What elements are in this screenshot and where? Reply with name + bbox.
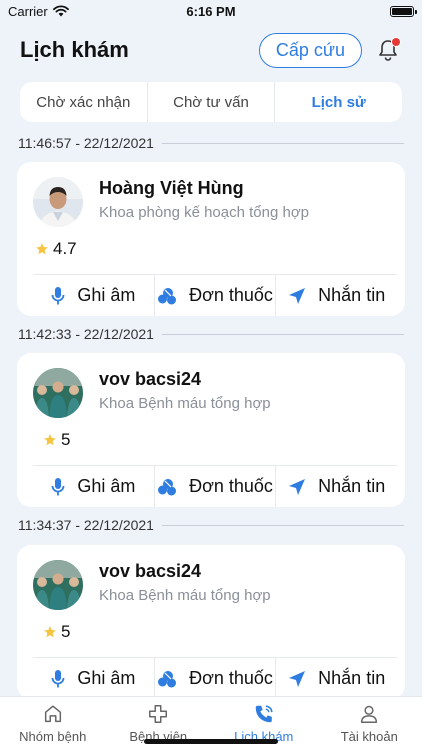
doctor-department: Khoa phòng kế hoạch tổng hợp — [99, 204, 310, 221]
appointment-card[interactable]: vov bacsi24 Khoa Bệnh máu tổng hợp 5 Ghi… — [17, 545, 405, 699]
message-button[interactable]: Nhắn tin — [276, 466, 397, 507]
tab-waiting-consultation[interactable]: Chờ tư vấn — [148, 82, 276, 122]
rating-value: 5 — [61, 430, 71, 449]
notification-button[interactable] — [374, 36, 402, 64]
home-indicator — [144, 739, 278, 744]
star-icon — [44, 434, 56, 446]
tab-pending-confirmation[interactable]: Chờ xác nhận — [20, 82, 148, 122]
doctor-rating: 4.7 — [35, 239, 77, 259]
emergency-button[interactable]: Cấp cứu — [258, 32, 362, 68]
microphone-icon — [51, 669, 65, 687]
doctor-rating: 5 — [43, 622, 70, 642]
rating-value: 5 — [61, 622, 71, 641]
doctor-name: vov bacsi24 — [99, 561, 202, 581]
doctor-avatar — [33, 177, 83, 227]
appointment-timestamp: 11:42:33 - 22/12/2021 — [18, 326, 404, 342]
appointment-tabs: Chờ xác nhận Chờ tư vấn Lịch sử — [20, 82, 402, 122]
tab-history[interactable]: Lịch sử — [275, 82, 402, 122]
nav-item-disease-groups[interactable]: Nhóm bệnh — [0, 697, 106, 750]
doctor-department: Khoa Bệnh máu tổng hợp — [99, 395, 271, 412]
star-icon — [44, 626, 56, 638]
timestamp-text: 11:42:33 - 22/12/2021 — [18, 326, 154, 342]
status-bar: Carrier 6:16 PM — [0, 0, 422, 22]
star-icon — [36, 243, 48, 255]
doctor-rating: 5 — [43, 430, 70, 450]
card-actions: Ghi âm Đơn thuốc Nhắn tin — [33, 465, 397, 507]
nav-label: Tài khoản — [340, 729, 398, 744]
prescription-label: Đơn thuốc — [189, 285, 273, 305]
prescription-label: Đơn thuốc — [189, 476, 273, 496]
record-label: Ghi âm — [77, 285, 136, 305]
doctor-department: Khoa Bệnh máu tổng hợp — [99, 587, 271, 604]
appointment-card[interactable]: vov bacsi24 Khoa Bệnh máu tổng hợp 5 Ghi… — [17, 353, 405, 507]
pills-icon — [158, 287, 177, 304]
message-label: Nhắn tin — [318, 476, 386, 496]
wifi-icon — [52, 5, 69, 17]
battery-icon — [390, 5, 417, 17]
message-button[interactable]: Nhắn tin — [276, 275, 397, 316]
prescription-button[interactable]: Đơn thuốc — [155, 275, 277, 316]
page-title: Lịch khám — [20, 37, 129, 62]
doctor-avatar — [33, 560, 83, 610]
timestamp-text: 11:46:57 - 22/12/2021 — [18, 135, 154, 151]
record-button[interactable]: Ghi âm — [33, 275, 155, 316]
card-actions: Ghi âm Đơn thuốc Nhắn tin — [33, 274, 397, 316]
record-label: Ghi âm — [77, 668, 136, 688]
carrier-label: Carrier — [8, 3, 48, 19]
send-icon — [289, 478, 306, 495]
message-label: Nhắn tin — [318, 285, 386, 305]
status-left: Carrier — [8, 4, 69, 19]
user-icon — [361, 705, 378, 723]
header: Lịch khám Cấp cứu — [0, 30, 422, 70]
nav-label: Nhóm bệnh — [19, 729, 87, 744]
appointment-timestamp: 11:46:57 - 22/12/2021 — [18, 135, 404, 151]
rating-value: 4.7 — [53, 239, 77, 258]
prescription-button[interactable]: Đơn thuốc — [155, 658, 277, 699]
header-actions: Cấp cứu — [258, 32, 402, 68]
record-button[interactable]: Ghi âm — [33, 466, 155, 507]
pills-icon — [158, 670, 177, 687]
appointment-card[interactable]: Hoàng Việt Hùng Khoa phòng kế hoạch tổng… — [17, 162, 405, 316]
send-icon — [289, 287, 306, 304]
message-label: Nhắn tin — [318, 668, 386, 688]
doctor-name: vov bacsi24 — [99, 369, 202, 389]
medical-cross-icon — [149, 705, 168, 723]
timestamp-text: 11:34:37 - 22/12/2021 — [18, 517, 154, 533]
card-actions: Ghi âm Đơn thuốc Nhắn tin — [33, 657, 397, 699]
appointment-timestamp: 11:34:37 - 22/12/2021 — [18, 517, 404, 533]
doctor-name: Hoàng Việt Hùng — [99, 178, 244, 198]
pills-icon — [158, 478, 177, 495]
record-label: Ghi âm — [77, 476, 136, 496]
message-button[interactable]: Nhắn tin — [276, 658, 397, 699]
doctor-avatar — [33, 368, 83, 418]
microphone-icon — [51, 477, 65, 495]
nav-item-account[interactable]: Tài khoản — [317, 697, 422, 750]
send-icon — [289, 670, 306, 687]
home-icon — [44, 705, 61, 723]
phone-icon — [255, 705, 273, 723]
prescription-label: Đơn thuốc — [189, 668, 273, 688]
record-button[interactable]: Ghi âm — [33, 658, 155, 699]
notification-badge — [391, 37, 401, 47]
microphone-icon — [51, 286, 65, 304]
prescription-button[interactable]: Đơn thuốc — [155, 466, 277, 507]
